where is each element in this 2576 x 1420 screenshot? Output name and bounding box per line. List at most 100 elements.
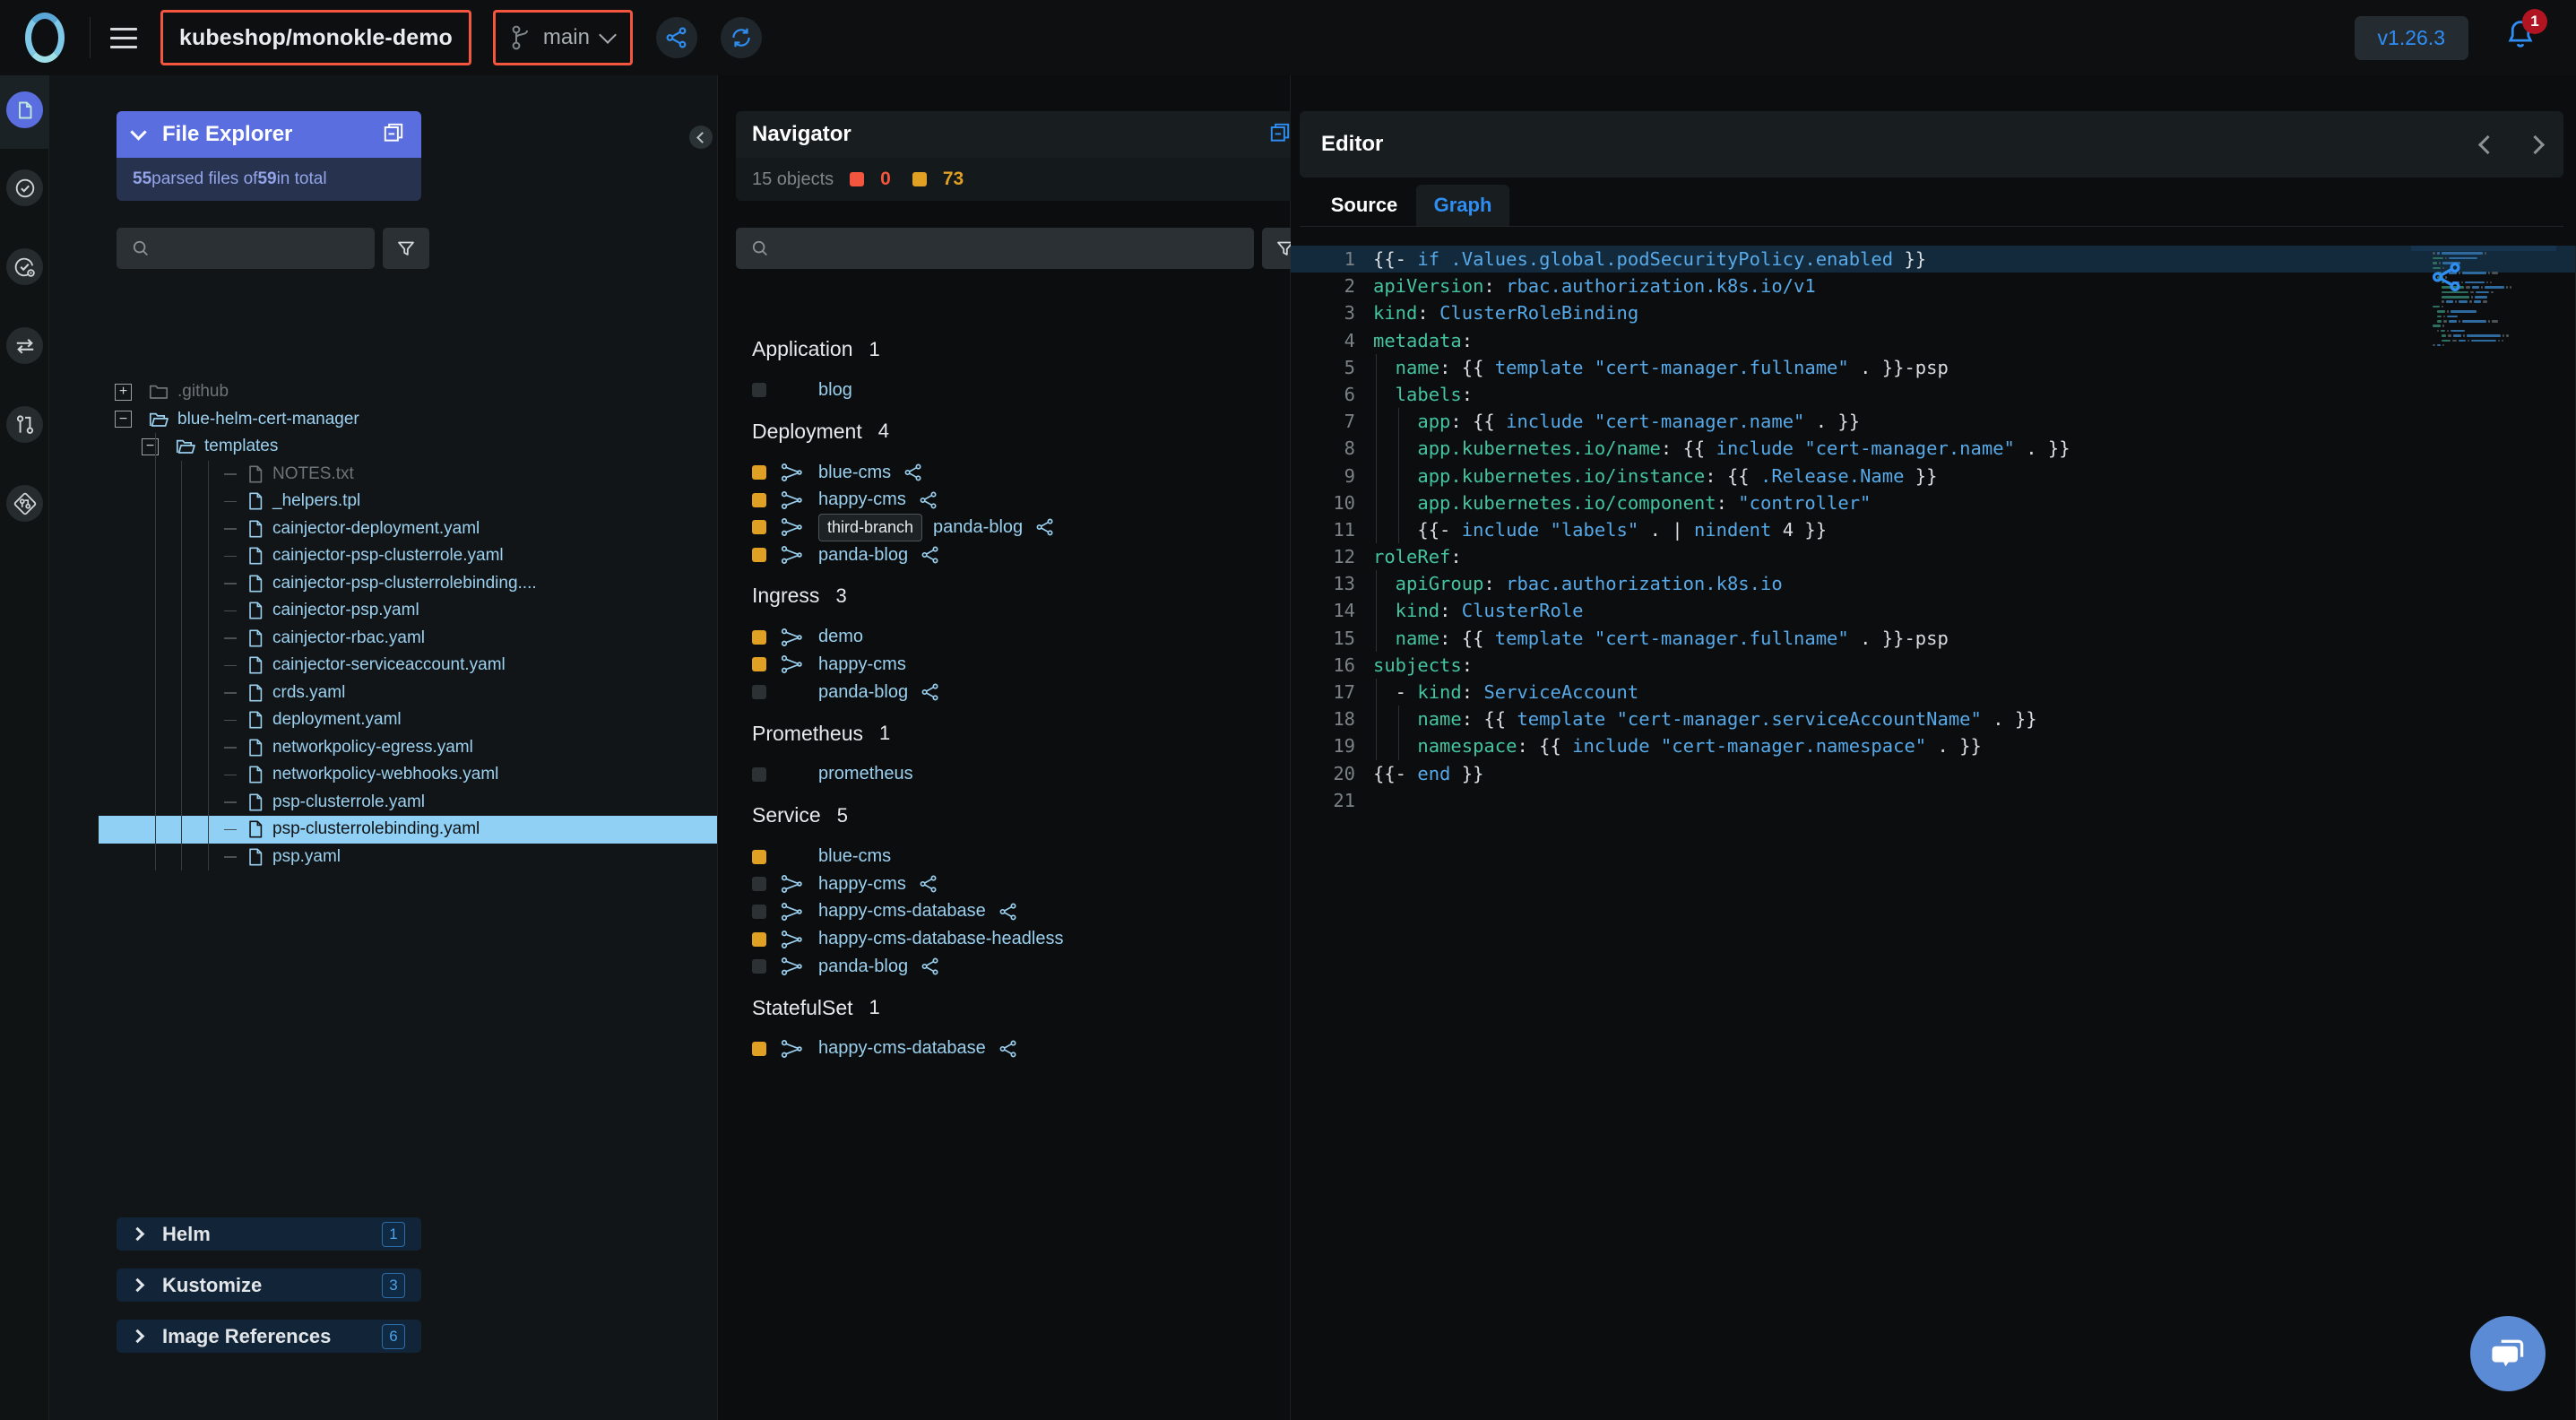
file-filter-button[interactable] <box>383 228 429 269</box>
collapse-toggle-icon[interactable]: − <box>142 437 159 455</box>
file-tree-file-row[interactable]: _helpers.tpl <box>99 488 766 515</box>
collapse-toggle-icon[interactable]: − <box>115 411 132 429</box>
search-icon <box>133 240 148 256</box>
file-tree-file-row[interactable]: cainjector-psp-clusterrolebinding.... <box>99 569 766 597</box>
chevron-right-icon[interactable] <box>2525 134 2546 154</box>
file-tree-folder-row[interactable]: − blue-helm-cert-manager <box>99 406 766 434</box>
hamburger-menu-icon[interactable] <box>91 27 157 48</box>
code-token: : {{ <box>1461 708 1517 731</box>
tree-branch-dash <box>224 801 237 803</box>
file-tree-file-row[interactable]: networkpolicy-egress.yaml <box>99 733 766 761</box>
file-tree-file-row[interactable]: psp-clusterrolebinding.yaml <box>99 816 766 844</box>
file-tree-folder-row[interactable]: + .github <box>99 378 766 406</box>
accordion-helm[interactable]: Helm 1 <box>117 1217 421 1251</box>
tab-source[interactable]: Source <box>1316 185 1413 226</box>
minimap-token <box>2483 300 2487 303</box>
repo-selector[interactable]: kubeshop/monokle-demo <box>160 10 471 65</box>
navigator-resource-row[interactable]: panda-blog <box>718 679 1292 706</box>
file-tree-file-row[interactable]: psp-clusterrole.yaml <box>99 788 766 816</box>
rail-item-file-explorer[interactable] <box>6 91 43 128</box>
navigator-resource-row[interactable]: blue-cms <box>718 459 1292 487</box>
share-nodes-icon[interactable] <box>917 490 940 510</box>
branch-selector[interactable]: main <box>492 10 633 65</box>
navigator-resource-row[interactable]: panda-blog <box>718 953 1292 981</box>
tree-guide-line <box>181 460 182 488</box>
source-code-view[interactable]: 1 {{- if .Values.global.podSecurityPolicy… <box>1291 246 2576 1420</box>
chevron-down-icon <box>130 123 147 141</box>
share-nodes-icon[interactable] <box>902 463 925 482</box>
minimap-token <box>2458 339 2466 342</box>
navigator-resource-row[interactable]: blue-cms <box>718 843 1292 870</box>
minimap-token <box>2459 300 2468 303</box>
file-tree-folder-row[interactable]: − templates <box>99 433 766 461</box>
file-tree-file-row[interactable]: psp.yaml <box>99 843 766 870</box>
navigator-section-header: Ingress 3 <box>718 568 1292 623</box>
file-tree-file-row[interactable]: cainjector-rbac.yaml <box>99 624 766 652</box>
file-tree-file-row[interactable]: deployment.yaml <box>99 706 766 734</box>
chat-support-button[interactable] <box>2470 1316 2546 1391</box>
share-button[interactable] <box>655 17 697 58</box>
kubernetes-version-badge[interactable]: v1.26.3 <box>2354 15 2468 60</box>
navigator-resource-row[interactable]: third-branch panda-blog <box>718 513 1292 541</box>
navigator-resource-row[interactable]: happy-cms <box>718 870 1292 898</box>
file-search-input[interactable] <box>117 228 375 269</box>
tree-guide-line <box>155 569 156 597</box>
collapse-panel-icon[interactable] <box>382 121 405 149</box>
share-nodes-icon[interactable] <box>997 902 1020 922</box>
navigator-resource-row[interactable]: panda-blog <box>718 541 1292 569</box>
navigator-resource-row[interactable]: happy-cms-database <box>718 1035 1292 1063</box>
file-tree-label: psp.yaml <box>272 846 341 866</box>
file-tree-file-row[interactable]: NOTES.txt <box>99 460 766 488</box>
navigator-resource-row[interactable]: happy-cms <box>718 651 1292 679</box>
file-tree-file-row[interactable]: crds.yaml <box>99 679 766 706</box>
navigator-resource-row[interactable]: blog <box>718 377 1292 404</box>
file-tree-file-row[interactable]: cainjector-psp.yaml <box>99 597 766 625</box>
navigator-header: Navigator <box>736 111 1308 158</box>
file-tree-file-row[interactable]: cainjector-psp-clusterrole.yaml <box>99 542 766 570</box>
expand-toggle-icon[interactable]: + <box>115 383 132 401</box>
git-compare-diamond-icon <box>13 492 36 515</box>
navigator-resource-row[interactable]: happy-cms <box>718 486 1292 514</box>
navigator-resource-row[interactable]: prometheus <box>718 761 1292 789</box>
rail-item-git-diff[interactable] <box>6 485 43 522</box>
chevron-left-icon[interactable] <box>2477 134 2498 154</box>
share-nodes-icon[interactable] <box>997 1039 1020 1059</box>
rail-item-compare[interactable] <box>6 327 43 364</box>
share-nodes-icon[interactable] <box>919 545 942 565</box>
file-tree-file-row[interactable]: networkpolicy-webhooks.yaml <box>99 761 766 789</box>
minimap-token <box>2491 272 2498 274</box>
resource-name-label: happy-cms-database <box>818 901 986 922</box>
accordion-label: Image References <box>162 1324 332 1347</box>
navigator-search-input[interactable] <box>736 228 1254 269</box>
file-explorer-collapse-handle[interactable] <box>689 126 713 149</box>
navigator-resource-row[interactable]: demo <box>718 623 1292 651</box>
accordion-kustomize[interactable]: Kustomize 3 <box>117 1268 421 1302</box>
rail-item-validation-settings[interactable] <box>6 248 43 285</box>
rail-item-validation[interactable] <box>6 169 43 206</box>
tree-guide-line <box>208 788 209 816</box>
code-token: nindent <box>1693 518 1772 541</box>
share-nodes-icon[interactable] <box>919 957 942 976</box>
code-minimap[interactable] <box>2411 246 2556 362</box>
code-token: 4 }} <box>1771 518 1828 541</box>
share-nodes-icon[interactable] <box>917 874 940 894</box>
refresh-button[interactable] <box>720 17 762 58</box>
share-nodes-icon[interactable] <box>919 682 942 702</box>
file-tree-file-row[interactable]: cainjector-deployment.yaml <box>99 515 766 542</box>
navigator-resource-row[interactable]: happy-cms-database <box>718 898 1292 926</box>
navigator-resource-row[interactable]: happy-cms-database-headless <box>718 925 1292 953</box>
tab-graph[interactable]: Graph <box>1416 185 1509 226</box>
code-token: kind <box>1417 681 1462 703</box>
file-explorer-header[interactable]: File Explorer <box>117 111 421 158</box>
code-token: namespace <box>1373 735 1517 758</box>
share-nodes-icon[interactable] <box>1033 517 1057 537</box>
rail-item-pull-request[interactable] <box>6 406 43 443</box>
code-token: }} <box>1959 735 1982 758</box>
notifications-button[interactable]: 1 <box>2504 8 2547 57</box>
file-tree-file-row[interactable]: cainjector-serviceaccount.yaml <box>99 652 766 680</box>
accordion-image-references[interactable]: Image References 6 <box>117 1320 421 1353</box>
resource-name-label: blue-cms <box>818 462 892 482</box>
collapse-panel-icon[interactable] <box>1268 121 1292 149</box>
